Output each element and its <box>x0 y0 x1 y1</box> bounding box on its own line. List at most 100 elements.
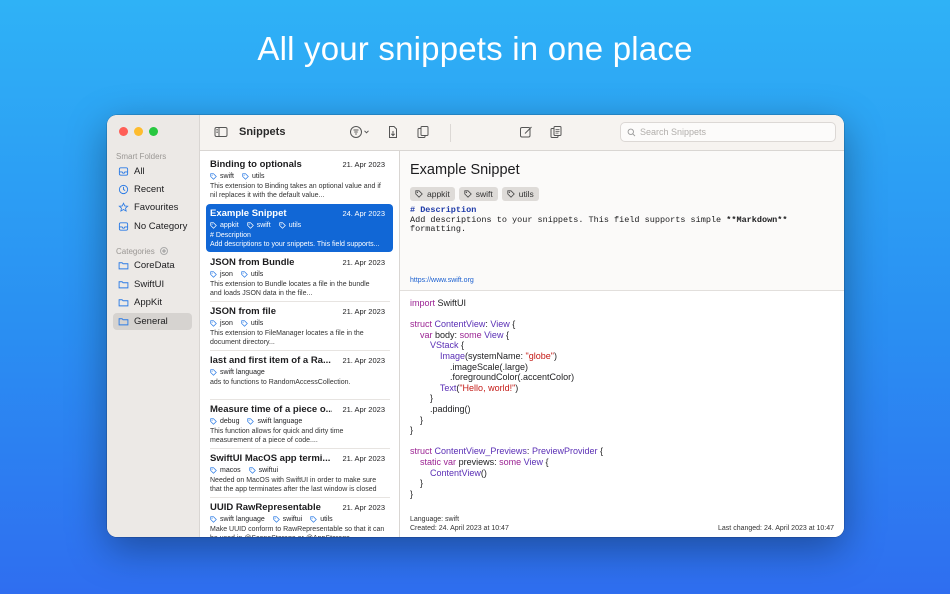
tray-icon <box>118 167 129 176</box>
description-bold: **Markdown** <box>726 214 788 225</box>
search-input[interactable]: Search Snippets <box>620 122 836 142</box>
duplicate-snippet-icon[interactable] <box>416 125 430 139</box>
preview-line: that the app terminates after the last w… <box>210 486 377 493</box>
tag-icon <box>210 369 217 376</box>
tag-icon <box>210 320 217 327</box>
sidebar-item-swiftui[interactable]: SwiftUI <box>113 276 192 293</box>
toolbar: Snippets Search Snippets <box>200 115 844 151</box>
sort-menu-icon[interactable] <box>349 125 371 139</box>
snippet-row[interactable]: JSON from Bundle 21. Apr 2023 json utils Thi… <box>206 253 393 301</box>
snippet-row[interactable]: SwiftUI MacOS app termi... 21. Apr 2023 ma… <box>206 449 393 497</box>
star-icon <box>118 202 129 212</box>
snippet-row-tags: swift language swiftui utils <box>210 515 389 524</box>
language-label: Language: swift <box>410 516 460 523</box>
app-window: Smart Folders All Recent Favourites No C… <box>107 115 844 537</box>
sidebar-item-label: CoreData <box>134 260 175 271</box>
snippet-row[interactable]: UUID RawRepresentable 21. Apr 2023 swift l… <box>206 498 393 537</box>
sidebar-item-general[interactable]: General <box>113 313 192 330</box>
snippet-row-date: 21. Apr 2023 <box>342 503 385 512</box>
snippet-row-tags: swift language <box>210 368 389 377</box>
sidebar-toggle-icon[interactable] <box>214 125 228 139</box>
snippet-link[interactable]: https://www.swift.org <box>410 277 474 284</box>
tag-icon <box>210 222 217 229</box>
folder-icon <box>118 318 129 326</box>
sidebar-item-recent[interactable]: Recent <box>113 181 192 198</box>
snippet-row-date: 21. Apr 2023 <box>342 307 385 316</box>
preview-line: and loads JSON data in the file... <box>210 290 313 297</box>
description-text-2: formatting. <box>410 224 467 234</box>
search-icon <box>627 128 636 136</box>
tag-label: utils <box>320 516 333 523</box>
categories-label: Categories <box>116 247 155 256</box>
tag-label: utils <box>288 222 302 229</box>
smart-folders-heading: Smart Folders <box>116 152 167 161</box>
snippet-row-tags: macos swiftui <box>210 466 389 475</box>
sidebar-item-label: Recent <box>134 184 165 195</box>
snippet-row[interactable]: Measure time of a piece o... 21. Apr 2023… <box>206 400 393 448</box>
snippet-description[interactable]: # Description Add descriptions to your s… <box>410 205 834 235</box>
tag-chip-label: utils <box>518 189 534 199</box>
tag-icon <box>247 222 254 229</box>
code-line: } <box>410 425 414 436</box>
code-line: import SwiftUI <box>410 298 467 308</box>
copy-code-icon[interactable] <box>549 125 563 139</box>
tag: macos <box>210 467 241 474</box>
snippet-row-preview: This extension to Bundle locates a file … <box>210 280 389 298</box>
tag-icon <box>507 190 515 198</box>
snippet-row-title: Binding to optionals <box>210 159 302 170</box>
tag: utils <box>310 516 333 523</box>
snippet-header: Example Snippet appkit swift utils # Descr… <box>400 151 844 291</box>
snippet-row-title: Measure time of a piece o... <box>210 404 332 415</box>
close-window-button[interactable] <box>119 127 128 136</box>
snippet-row-preview: This extension to Binding takes an optio… <box>210 182 389 200</box>
preview-line: # Description <box>210 232 251 239</box>
snippet-row-preview: ads to functions to RandomAccessCollecti… <box>210 378 389 387</box>
sidebar-item-appkit[interactable]: AppKit <box>113 294 192 311</box>
tag: swift <box>247 222 271 229</box>
code-line: static var previews: some View { <box>420 456 549 467</box>
tag-icon <box>210 467 217 474</box>
sidebar-item-label: No Category <box>134 221 188 232</box>
snippet-row[interactable]: Binding to optionals 21. Apr 2023 swift uti… <box>206 155 393 203</box>
tag: swiftui <box>273 516 302 523</box>
tag-icon <box>241 320 248 327</box>
minimize-window-button[interactable] <box>134 127 143 136</box>
tag-icon <box>247 418 255 425</box>
tag: json <box>210 271 233 278</box>
tag-icon <box>210 173 217 180</box>
snippet-title[interactable]: Example Snippet <box>410 162 520 178</box>
snippet-row-date: 21. Apr 2023 <box>342 454 385 463</box>
last-changed-label: Last changed: 24. April 2023 at 10:47 <box>718 525 834 532</box>
snippet-row-tags: debug swift language <box>210 417 389 426</box>
import-snippet-icon[interactable] <box>386 125 400 139</box>
tag: utils <box>241 271 263 278</box>
tag-chip[interactable]: swift <box>458 187 498 201</box>
tag: swift language <box>210 369 265 376</box>
code-line: } <box>410 393 434 404</box>
tag-label: swiftui <box>258 467 279 474</box>
tag-chip-label: swift <box>475 189 493 199</box>
snippet-row-title: JSON from Bundle <box>210 257 295 268</box>
add-category-icon[interactable] <box>159 247 168 255</box>
snippet-row-preview: This function allows for quick and dirty… <box>210 427 389 445</box>
code-editor[interactable]: import SwiftUI struct ContentView: View … <box>410 298 603 499</box>
snippet-row-date: 21. Apr 2023 <box>342 258 385 267</box>
tag-chip[interactable]: appkit <box>410 187 455 201</box>
code-line: Text("Hello, world!") <box>439 382 519 393</box>
sidebar-item-no-category[interactable]: No Category <box>113 218 192 235</box>
snippet-list: Binding to optionals 21. Apr 2023 swift uti… <box>200 151 400 537</box>
snippet-row[interactable]: last and first item of a Ra... 21. Apr 20… <box>206 351 393 399</box>
compose-snippet-icon[interactable] <box>519 125 533 139</box>
toolbar-title: Snippets <box>239 126 286 138</box>
snippet-row[interactable]: JSON from file 21. Apr 2023 json utils This … <box>206 302 393 350</box>
code-line: } <box>410 488 414 499</box>
snippet-row[interactable]: Example Snippet 24. Apr 2023 appkit swift ut… <box>206 204 393 252</box>
preview-line: This extension to Binding takes an optio… <box>210 183 381 190</box>
zoom-window-button[interactable] <box>149 127 158 136</box>
tag-chip[interactable]: utils <box>501 187 539 201</box>
sidebar-item-all[interactable]: All <box>113 163 192 180</box>
sidebar-item-coredata[interactable]: CoreData <box>113 257 192 274</box>
tag: utils <box>241 320 263 327</box>
sidebar-item-favourites[interactable]: Favourites <box>113 199 192 216</box>
tag: swift language <box>210 516 265 523</box>
